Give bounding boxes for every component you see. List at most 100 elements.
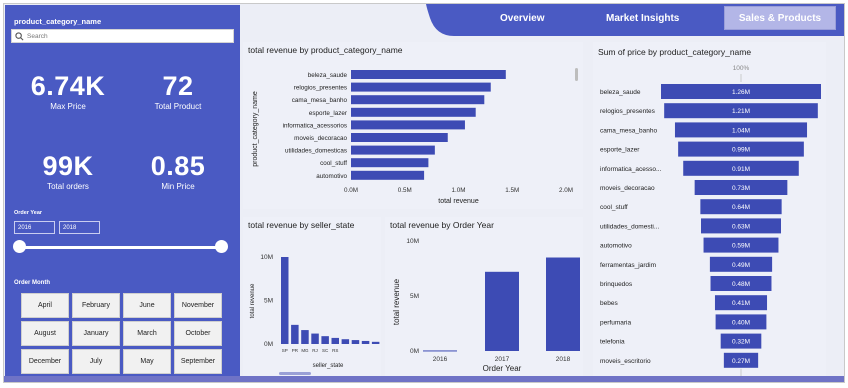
month-button-april[interactable]: April bbox=[21, 293, 69, 318]
bar bbox=[371, 341, 380, 344]
y-tick-label: 5M bbox=[264, 298, 273, 305]
y-axis-label: product_category_name bbox=[252, 91, 259, 167]
y-axis-label: total revenue bbox=[392, 278, 401, 325]
category-label: automotivo bbox=[316, 173, 347, 180]
month-button-march[interactable]: March bbox=[123, 321, 171, 346]
bar bbox=[331, 337, 339, 344]
data-label: 0.99M bbox=[732, 147, 750, 154]
bar bbox=[351, 170, 425, 180]
category-label: cama_mesa_banho bbox=[600, 127, 657, 134]
year-end-input[interactable]: 2018 bbox=[59, 221, 100, 234]
bar bbox=[351, 120, 465, 130]
bottom-bar bbox=[4, 376, 844, 382]
data-label: 0.63M bbox=[732, 223, 750, 230]
bar bbox=[351, 158, 429, 168]
category-label: esporte_lazer bbox=[600, 147, 640, 154]
x-tick-label: 0.0M bbox=[344, 187, 358, 194]
x-tick-label: 0.5M bbox=[398, 187, 412, 194]
category-search-input[interactable]: Search bbox=[11, 29, 234, 43]
x-tick-label: 2017 bbox=[495, 356, 510, 363]
category-label: informatica_acesso... bbox=[600, 166, 662, 173]
kpi-label: Total orders bbox=[47, 182, 89, 191]
scrollbar bbox=[575, 68, 578, 81]
tab-sales-products[interactable]: Sales & Products bbox=[724, 6, 836, 30]
kpi-value: 72 bbox=[162, 71, 194, 101]
x-axis-label: Order Year bbox=[483, 364, 522, 373]
data-label: 0.73M bbox=[732, 185, 750, 192]
data-label: 1.04M bbox=[732, 127, 750, 134]
x-tick-label: RS bbox=[332, 348, 338, 353]
x-tick-label: 2018 bbox=[556, 356, 571, 363]
bar bbox=[351, 95, 485, 105]
kpi-min-price: 0.85 Min Price bbox=[129, 151, 227, 191]
search-placeholder: Search bbox=[27, 33, 48, 40]
month-button-june[interactable]: June bbox=[123, 293, 171, 318]
bar bbox=[351, 70, 506, 79]
revenue-by-state-chart: 0M 5M 10M SP PR MG RJ SC RS seller_state total rev… bbox=[250, 254, 380, 375]
category-label: cama_mesa_banho bbox=[292, 97, 348, 104]
data-label: 0.32M bbox=[732, 339, 750, 346]
kpi-label: Max Price bbox=[50, 102, 86, 111]
y-axis-label: total revenue bbox=[250, 283, 256, 318]
data-label: 0.49M bbox=[732, 262, 750, 269]
year-slider-start-handle[interactable] bbox=[13, 240, 26, 253]
scrollbar bbox=[279, 372, 311, 375]
year-slider-end-handle[interactable] bbox=[215, 240, 228, 253]
revenue-by-year-chart: 0M 5M 10M 2016 2017 2018 Order Year total reven… bbox=[392, 238, 580, 373]
price-funnel-chart: 100% beleza_saude 1.26M relogios_presentes 1… bbox=[600, 65, 821, 379]
bar bbox=[361, 340, 370, 344]
bar bbox=[281, 257, 289, 344]
search-icon bbox=[15, 32, 24, 41]
bar bbox=[341, 339, 350, 344]
category-label: moveis_decoracao bbox=[600, 185, 655, 192]
kpi-label: Min Price bbox=[161, 182, 195, 191]
order-month-label: Order Month bbox=[14, 280, 50, 286]
bar bbox=[291, 324, 299, 344]
year-start-input[interactable]: 2016 bbox=[14, 221, 55, 234]
bar bbox=[351, 340, 360, 344]
category-label: relogios_presentes bbox=[294, 85, 347, 92]
month-button-october[interactable]: October bbox=[174, 321, 222, 346]
order-year-label: Order Year bbox=[14, 210, 43, 216]
month-button-december[interactable]: December bbox=[21, 349, 69, 374]
data-label: 0.48M bbox=[732, 281, 750, 288]
month-button-february[interactable]: February bbox=[72, 293, 120, 318]
y-tick-label: 10M bbox=[260, 254, 273, 261]
category-label: cool_stuff bbox=[600, 204, 628, 211]
month-button-september[interactable]: September bbox=[174, 349, 222, 374]
bar bbox=[351, 82, 491, 92]
year-slider-track[interactable] bbox=[19, 246, 222, 249]
category-label: automotivo bbox=[600, 243, 632, 250]
kpi-total-orders: 99K Total orders bbox=[19, 151, 117, 191]
data-label: 0.64M bbox=[732, 204, 750, 211]
category-label: brinquedos bbox=[600, 281, 633, 288]
x-tick-label: SC bbox=[322, 348, 329, 353]
month-button-july[interactable]: July bbox=[72, 349, 120, 374]
category-label: beleza_saude bbox=[308, 72, 348, 79]
kpi-total-product: 72 Total Product bbox=[129, 71, 227, 111]
tab-overview[interactable]: Overview bbox=[500, 13, 544, 24]
category-label: telefonia bbox=[600, 339, 625, 346]
bar bbox=[546, 257, 580, 351]
month-button-november[interactable]: November bbox=[174, 293, 222, 318]
data-label: 0.91M bbox=[732, 166, 750, 173]
x-tick-label: 2016 bbox=[433, 356, 448, 363]
kpi-value: 99K bbox=[42, 151, 94, 181]
x-tick-label: PR bbox=[292, 348, 299, 353]
data-label: 0.59M bbox=[732, 243, 750, 250]
category-slicer-title: product_category_name bbox=[14, 17, 102, 26]
x-tick-label: 1.5M bbox=[505, 187, 519, 194]
month-button-january[interactable]: January bbox=[72, 321, 120, 346]
kpi-value: 0.85 bbox=[150, 151, 206, 181]
funnel-top-percent: 100% bbox=[733, 65, 750, 72]
revenue-by-category-chart: beleza_saude relogios_presentes cama_mesa_… bbox=[252, 68, 578, 205]
y-tick-label: 10M bbox=[406, 238, 419, 245]
category-label: perfumaria bbox=[600, 319, 631, 326]
month-button-august[interactable]: August bbox=[21, 321, 69, 346]
category-label: beleza_saude bbox=[600, 89, 641, 96]
tab-market-insights[interactable]: Market Insights bbox=[606, 13, 679, 24]
kpi-label: Total Product bbox=[154, 102, 202, 111]
month-button-may[interactable]: May bbox=[123, 349, 171, 374]
x-axis-label: total revenue bbox=[438, 198, 479, 205]
dashboard-frame: product_category_name Search 6.74K Max P… bbox=[3, 3, 845, 383]
